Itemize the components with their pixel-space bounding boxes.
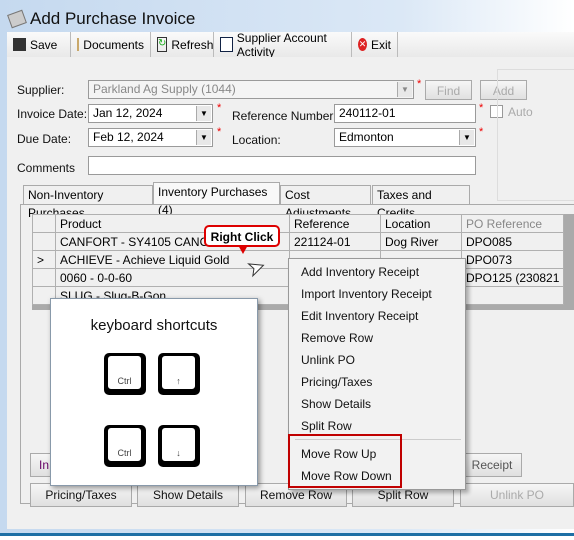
required-marker: *: [417, 78, 422, 90]
ctrl-key-label: Ctrl: [107, 427, 142, 462]
save-label: Save: [30, 37, 58, 52]
due-date-value: Feb 12, 2024: [93, 130, 164, 144]
unlink-po-button[interactable]: Unlink PO: [460, 483, 574, 507]
save-button[interactable]: Save: [7, 32, 71, 57]
menu-item-split-row[interactable]: Split Row: [301, 419, 352, 433]
up-arrow-icon: ↑: [161, 355, 196, 390]
invoice-date-value: Jan 12, 2024: [93, 106, 163, 120]
tab-taxes-credits[interactable]: Taxes and Credits: [372, 185, 470, 220]
column-location[interactable]: Location: [380, 214, 462, 233]
pricing-taxes-button[interactable]: Pricing/Taxes: [30, 483, 132, 507]
refresh-button[interactable]: ↻ Refresh: [151, 32, 214, 57]
chevron-down-icon: ▼: [459, 130, 474, 145]
reference-label: Reference Number:: [232, 109, 337, 123]
refresh-label: Refresh: [171, 37, 214, 52]
supplier-label: Supplier:: [17, 83, 65, 97]
up-arrow-key: ↑: [158, 353, 200, 395]
grid-header: Product Reference Location PO Reference: [32, 214, 565, 233]
find-button[interactable]: Find: [425, 80, 472, 100]
window: Add Purchase Invoice Save Documents ↻ Ref…: [0, 0, 574, 536]
row-marker: >: [32, 250, 56, 269]
supplier-value: Parkland Ag Supply (1044): [93, 82, 236, 96]
ctrl-key: Ctrl: [104, 425, 146, 467]
highlight-box: [288, 434, 402, 488]
menu-item-unlink-po[interactable]: Unlink PO: [301, 353, 355, 367]
menu-item-import-inventory-receipt[interactable]: Import Inventory Receipt: [301, 287, 432, 301]
ctrl-key: Ctrl: [104, 353, 146, 395]
cell-po[interactable]: [460, 286, 565, 305]
menu-item-pricing-taxes[interactable]: Pricing/Taxes: [301, 375, 372, 389]
close-icon: ✕: [358, 38, 367, 51]
chevron-down-icon: ▼: [196, 130, 211, 145]
menu-item-show-details[interactable]: Show Details: [301, 397, 371, 411]
report-icon: [220, 37, 233, 52]
due-date-picker[interactable]: Feb 12, 2024 ▼: [88, 128, 213, 147]
save-icon: [13, 38, 26, 51]
shortcuts-title: keyboard shortcuts: [90, 317, 218, 334]
tab-inventory-purchases[interactable]: Inventory Purchases (4): [153, 182, 280, 217]
location-select[interactable]: Edmonton ▼: [334, 128, 476, 147]
cell-po[interactable]: DPO085: [460, 232, 565, 251]
location-value: Edmonton: [339, 130, 394, 144]
down-arrow-key: ↓: [158, 425, 200, 467]
tab-cost-adjustments[interactable]: Cost Adjustments: [280, 185, 371, 220]
supplier-select[interactable]: Parkland Ag Supply (1044) ▼: [88, 80, 414, 99]
menu-item-remove-row[interactable]: Remove Row: [301, 331, 373, 345]
receipt-button[interactable]: Receipt: [462, 453, 522, 477]
required-marker: *: [479, 102, 484, 114]
supplier-activity-button[interactable]: Supplier Account Activity: [214, 30, 352, 59]
menu-item-edit-inventory-receipt[interactable]: Edit Inventory Receipt: [301, 309, 418, 323]
invoice-date-picker[interactable]: Jan 12, 2024 ▼: [88, 104, 213, 123]
totals-group: [497, 69, 574, 201]
row-marker: [32, 268, 56, 287]
show-details-button[interactable]: Show Details: [137, 483, 239, 507]
documents-icon: [77, 38, 80, 51]
down-arrow-icon: ↓: [161, 427, 196, 462]
column-po-reference[interactable]: PO Reference: [460, 214, 565, 233]
cell-po[interactable]: DPO073: [460, 250, 565, 269]
refresh-icon: ↻: [157, 37, 168, 52]
cell-location[interactable]: Dog River: [380, 232, 462, 251]
row-marker: [32, 232, 56, 251]
toolbar: Save Documents ↻ Refresh Supplier Account…: [7, 30, 574, 59]
due-date-label: Due Date:: [17, 132, 72, 146]
chevron-down-icon: ▼: [196, 106, 211, 121]
window-title: Add Purchase Invoice: [30, 9, 196, 28]
required-marker: *: [217, 102, 222, 114]
invoice-date-label: Invoice Date:: [17, 107, 88, 121]
table-row[interactable]: CANFORT - SY4105 CANOLA 221124-01 Dog Rive…: [32, 232, 565, 251]
documents-button[interactable]: Documents: [71, 32, 151, 57]
required-marker: *: [217, 126, 222, 138]
required-marker: *: [479, 126, 484, 138]
cell-reference[interactable]: 221124-01: [289, 232, 381, 251]
ctrl-key-label: Ctrl: [107, 355, 142, 390]
comments-input[interactable]: [88, 156, 476, 175]
documents-label: Documents: [83, 37, 144, 52]
chevron-down-icon: ▼: [397, 82, 412, 97]
keyboard-shortcuts-panel: keyboard shortcuts Ctrl ↑ Ctrl ↓: [50, 298, 258, 486]
menu-item-add-inventory-receipt[interactable]: Add Inventory Receipt: [301, 265, 419, 279]
reference-input[interactable]: 240112-01: [334, 104, 476, 123]
tab-non-inventory[interactable]: Non-Inventory Purchases: [23, 185, 153, 220]
row-header: [32, 214, 56, 233]
exit-button[interactable]: ✕ Exit: [352, 32, 398, 57]
comments-label: Comments: [17, 161, 76, 175]
invoice-icon: [7, 9, 27, 29]
location-label: Location:: [232, 133, 281, 147]
cell-po[interactable]: DPO125 (230821: [460, 268, 565, 287]
exit-label: Exit: [370, 37, 391, 52]
column-reference[interactable]: Reference: [289, 214, 381, 233]
right-click-callout: Right Click: [204, 225, 280, 247]
supplier-activity-label: Supplier Account Activity: [236, 30, 327, 59]
callout-pointer: [238, 245, 248, 254]
